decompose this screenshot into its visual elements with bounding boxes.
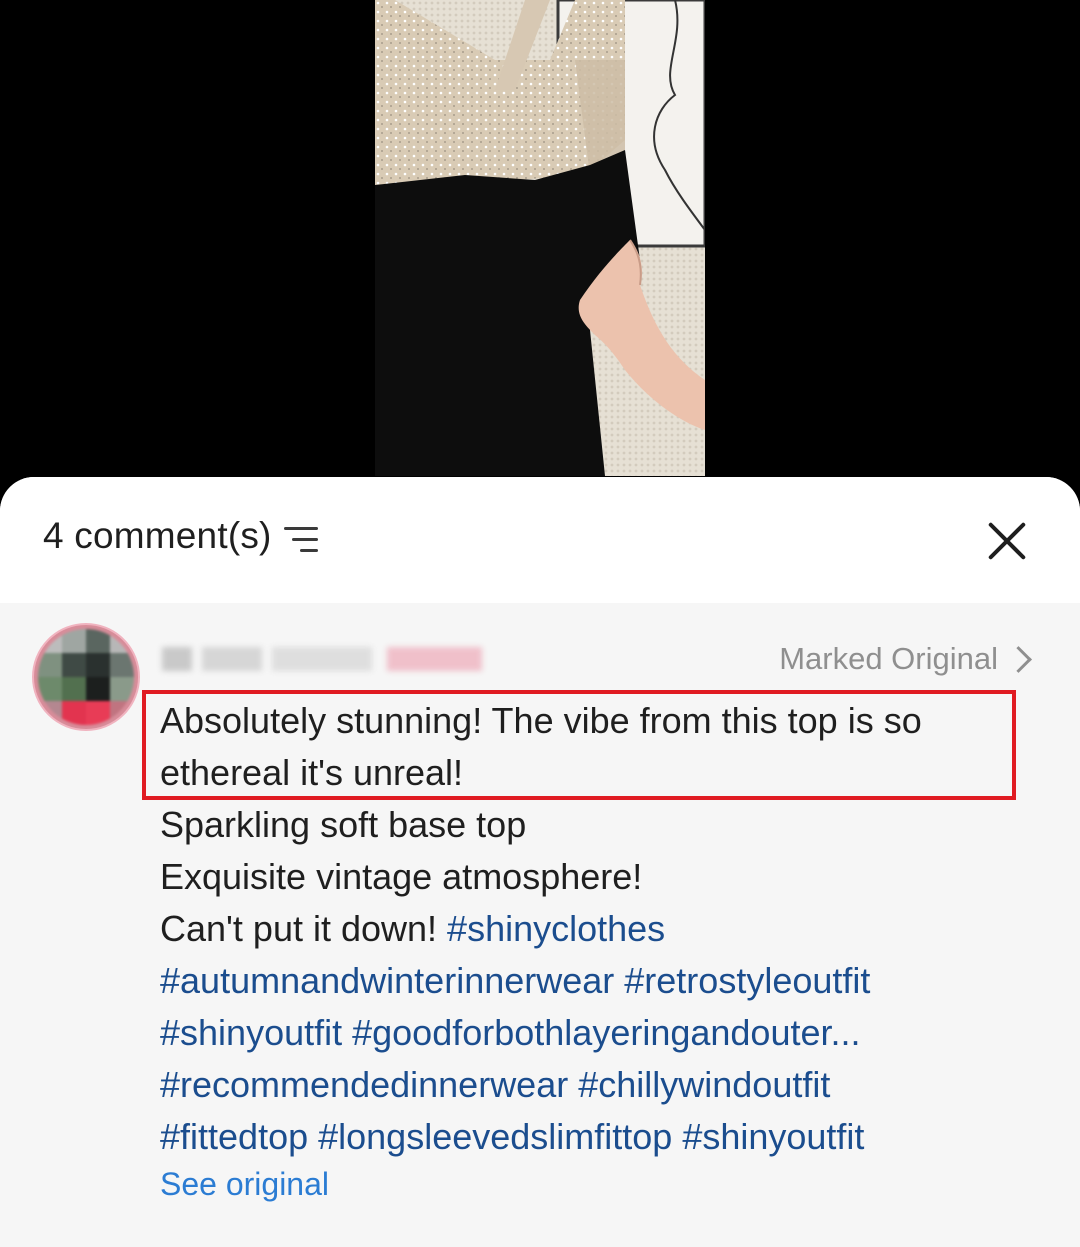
avatar[interactable] (32, 623, 140, 731)
hashtag-line[interactable]: #autumnandwinterinnerwear #retrostyleout… (160, 955, 1020, 1007)
comment-text-fragment: Can't put it down! (160, 908, 448, 949)
comment-line: Absolutely stunning! The vibe from this … (160, 700, 922, 741)
close-icon[interactable] (985, 519, 1029, 563)
comments-header: 4 comment(s) (0, 477, 1080, 603)
video-player[interactable] (0, 0, 1080, 500)
marked-original-link[interactable]: Marked Original (779, 641, 998, 677)
comments-sheet: 4 comment(s) Marked Original Absolutely … (0, 477, 1080, 1247)
comment-line: Exquisite vintage atmosphere! (160, 856, 643, 897)
see-original-link[interactable]: See original (160, 1166, 329, 1203)
comment-line: Can't put it down! #shinyclothes (160, 903, 1020, 955)
video-thumbnail[interactable] (375, 0, 705, 476)
hashtag-line[interactable]: #recommendedinnerwear #chillywindoutfit (160, 1059, 1020, 1111)
hashtag-line[interactable]: #shinyoutfit #goodforbothlayeringandoute… (160, 1007, 1020, 1059)
comment-item: Marked Original Absolutely stunning! The… (0, 603, 1080, 1247)
comment-text: Absolutely stunning! The vibe from this … (160, 695, 1020, 1163)
comment-line: Sparkling soft base top (160, 804, 527, 845)
hashtag-line[interactable]: #fittedtop #longsleevedslimfittop #shiny… (160, 1111, 1020, 1163)
hashtag-link[interactable]: #shinyclothes (447, 908, 665, 949)
comment-line: ethereal it's unreal! (160, 752, 464, 793)
chevron-right-icon[interactable] (1005, 646, 1032, 673)
comment-count: 4 comment(s) (43, 515, 272, 556)
sort-icon[interactable] (284, 527, 318, 553)
